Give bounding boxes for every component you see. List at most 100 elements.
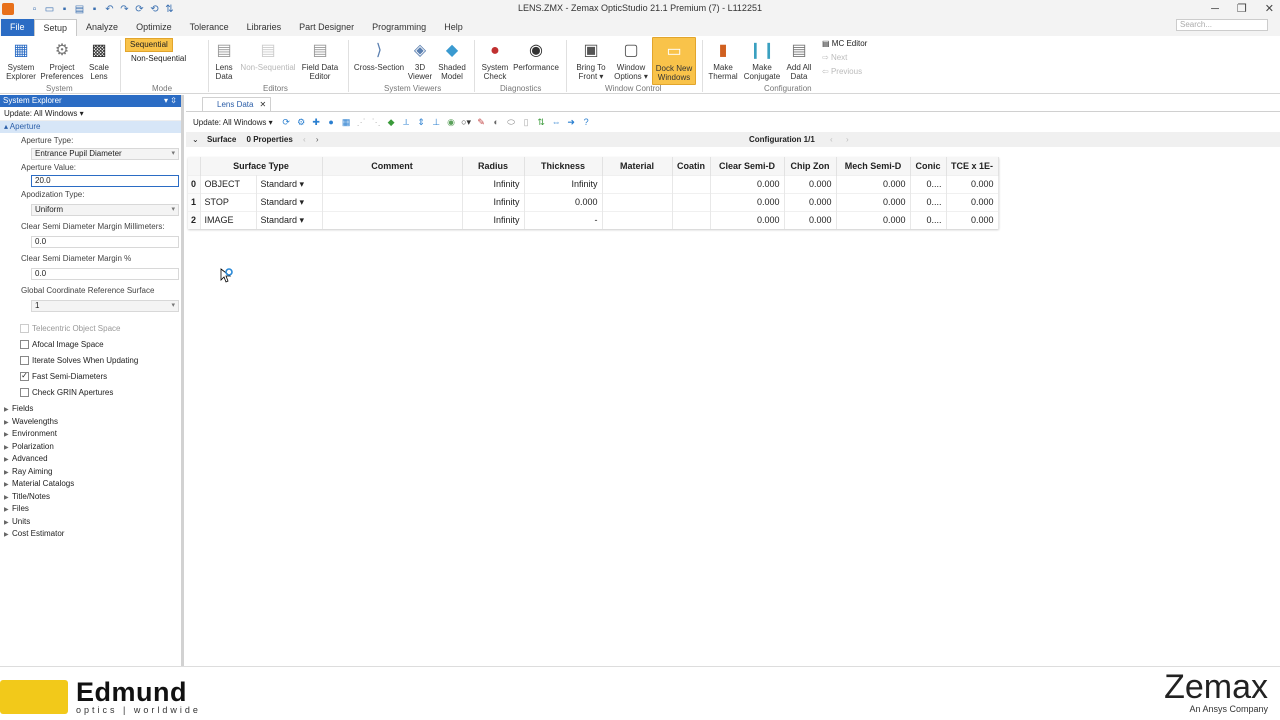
search-input[interactable]: Search... — [1176, 19, 1268, 31]
thickness-cell[interactable]: 0.000 — [524, 192, 603, 211]
col-chip-zone[interactable]: Chip Zon — [784, 157, 837, 175]
add-all-data-button[interactable]: ▤ Add All Data — [784, 39, 814, 81]
non-sequential-mode-button[interactable]: Non-Sequential — [127, 53, 190, 65]
globe-icon[interactable]: ● — [324, 117, 339, 127]
lens-icon[interactable]: ◆ — [384, 117, 399, 128]
tool-icon[interactable]: ⬭ — [504, 117, 519, 128]
restore-button[interactable]: ❐ — [1237, 0, 1247, 18]
surface-type-dropdown[interactable]: Standard ▾ — [256, 210, 323, 229]
surface-type-dropdown[interactable]: Standard ▾ — [256, 192, 323, 211]
tce-cell[interactable]: 0.000 — [946, 192, 999, 211]
col-mech-semi-dia[interactable]: Mech Semi-D — [836, 157, 911, 175]
refresh-icon[interactable]: ⟳ — [133, 3, 146, 16]
scale-lens-button[interactable]: ▩ Scale Lens — [86, 39, 112, 81]
comment-cell[interactable] — [322, 174, 463, 193]
coating-icon[interactable]: ◉ — [444, 117, 459, 128]
insert-surface-icon[interactable]: ✚ — [309, 117, 324, 128]
col-comment[interactable]: Comment — [322, 157, 463, 175]
tce-cell[interactable]: 0.000 — [946, 210, 999, 229]
arrow-right-icon[interactable]: ➜ — [564, 117, 579, 128]
app-icon[interactable] — [2, 3, 14, 15]
tree-item-title-notes[interactable]: ▶ Title/Notes — [0, 491, 181, 504]
apodization-type-select[interactable]: Uniform — [31, 204, 179, 216]
tree-item-cost-estimator[interactable]: ▶ Cost Estimator — [0, 528, 181, 541]
col-clear-semi-dia[interactable]: Clear Semi-D — [710, 157, 785, 175]
tab-optimize[interactable]: Optimize — [127, 19, 181, 36]
project-preferences-button[interactable]: ⚙ Project Preferences — [40, 39, 84, 81]
radius-cell[interactable]: Infinity — [462, 192, 525, 211]
previous-config-icon[interactable]: ‹ — [830, 132, 833, 147]
save-icon[interactable]: ▪ — [58, 3, 71, 16]
radius-cell[interactable]: Infinity — [462, 174, 525, 193]
material-cell[interactable] — [602, 174, 673, 193]
fast-semi-checkbox[interactable]: ✓ — [20, 371, 29, 381]
lens-data-tab[interactable]: Lens Data ✕ — [202, 97, 272, 111]
clear-semi-dia-cell[interactable]: 0.000 — [710, 210, 785, 229]
coating-cell[interactable] — [672, 210, 711, 229]
check-grin-checkbox[interactable] — [20, 387, 29, 397]
tce-cell[interactable]: 0.000 — [946, 174, 999, 193]
make-thermal-button[interactable]: ▮ Make Thermal — [706, 39, 740, 81]
lens-data-button[interactable]: ▤ Lens Data — [212, 39, 236, 81]
chip-zone-cell[interactable]: 0.000 — [784, 210, 837, 229]
update-all-icon[interactable]: ⟲ — [148, 3, 161, 16]
double-arrow-icon[interactable]: ⇔ — [549, 117, 564, 127]
next-config-icon[interactable]: › — [846, 132, 849, 147]
tab-programming[interactable]: Programming — [363, 19, 435, 36]
customize-icon[interactable]: ⇅ — [163, 3, 176, 16]
afocal-checkbox-row[interactable]: Afocal Image Space — [0, 336, 181, 352]
fold-icon[interactable]: ⊥ — [429, 117, 444, 128]
circle-icon[interactable]: ○▾ — [459, 117, 474, 128]
afocal-checkbox[interactable] — [20, 339, 29, 349]
surface-name-cell[interactable]: OBJECT — [200, 174, 257, 193]
mech-semi-dia-cell[interactable]: 0.000 — [836, 192, 911, 211]
3d-viewer-button[interactable]: ◈ 3D Viewer — [406, 39, 434, 81]
settings-icon[interactable]: ⚙ — [294, 117, 309, 128]
conic-cell[interactable]: 0.... — [910, 174, 947, 193]
tree-item-polarization[interactable]: ▶ Polarization — [0, 441, 181, 454]
tree-item-material-catalogs[interactable]: ▶ Material Catalogs — [0, 478, 181, 491]
tree-item-wavelengths[interactable]: ▶ Wavelengths — [0, 416, 181, 429]
refresh-icon[interactable]: ⟳ — [279, 117, 294, 128]
editor-update-dropdown[interactable]: Update: All Windows ▾ — [193, 118, 273, 127]
col-coating[interactable]: Coatin — [672, 157, 711, 175]
surface-name-cell[interactable]: STOP — [200, 192, 257, 211]
minimize-button[interactable]: ─ — [1211, 0, 1219, 18]
decenter-icon[interactable]: ⇕ — [414, 117, 429, 128]
radius-cell[interactable]: Infinity — [462, 210, 525, 229]
chip-zone-cell[interactable]: 0.000 — [784, 192, 837, 211]
col-surface-type[interactable]: Surface Type — [200, 157, 323, 175]
tree-item-fields[interactable]: ▶ Fields — [0, 403, 181, 416]
clear-semi-dia-cell[interactable]: 0.000 — [710, 192, 785, 211]
conic-cell[interactable]: 0.... — [910, 192, 947, 211]
system-check-button[interactable]: ● System Check — [480, 39, 510, 81]
explorer-update-dropdown[interactable]: Update: All Windows ▾ — [0, 107, 181, 121]
global-ref-surface-select[interactable]: 1 — [31, 300, 179, 312]
aperture-type-select[interactable]: Entrance Pupil Diameter — [31, 148, 179, 160]
table-row[interactable]: 1 STOP Standard ▾ Infinity 0.000 0.000 0… — [188, 192, 999, 211]
tree-item-units[interactable]: ▶ Units — [0, 516, 181, 529]
tool-icon[interactable]: ⋱ — [369, 117, 384, 128]
print-icon[interactable]: ▤ — [73, 3, 86, 16]
help-icon[interactable]: ? — [579, 117, 594, 127]
clear-semi-dia-cell[interactable]: 0.000 — [710, 174, 785, 193]
tree-item-advanced[interactable]: ▶ Advanced — [0, 453, 181, 466]
mech-semi-dia-cell[interactable]: 0.000 — [836, 174, 911, 193]
material-cell[interactable] — [602, 210, 673, 229]
tab-file[interactable]: File — [1, 19, 34, 36]
window-options-button[interactable]: ▢ Window Options ▾ — [612, 39, 650, 81]
chip-zone-cell[interactable]: 0.000 — [784, 174, 837, 193]
tab-setup[interactable]: Setup — [33, 19, 78, 36]
sequential-mode-button[interactable]: Sequential — [125, 38, 173, 52]
iterate-checkbox-row[interactable]: Iterate Solves When Updating — [0, 352, 181, 368]
system-explorer-button[interactable]: ▦ System Explorer — [4, 39, 38, 81]
csd-margin-pct-input[interactable]: 0.0 — [31, 268, 179, 280]
cross-section-button[interactable]: ⟩ Cross-Section — [352, 39, 406, 72]
tool-icon[interactable]: ⋰ — [354, 117, 369, 128]
csd-margin-mm-input[interactable]: 0.0 — [31, 236, 179, 248]
aperture-value-input[interactable]: 20.0 — [31, 175, 179, 187]
undo-icon[interactable]: ↶ — [103, 3, 116, 16]
surface-type-dropdown[interactable]: Standard ▾ — [256, 174, 323, 193]
tab-libraries[interactable]: Libraries — [238, 19, 291, 36]
thickness-cell[interactable]: - — [524, 210, 603, 229]
